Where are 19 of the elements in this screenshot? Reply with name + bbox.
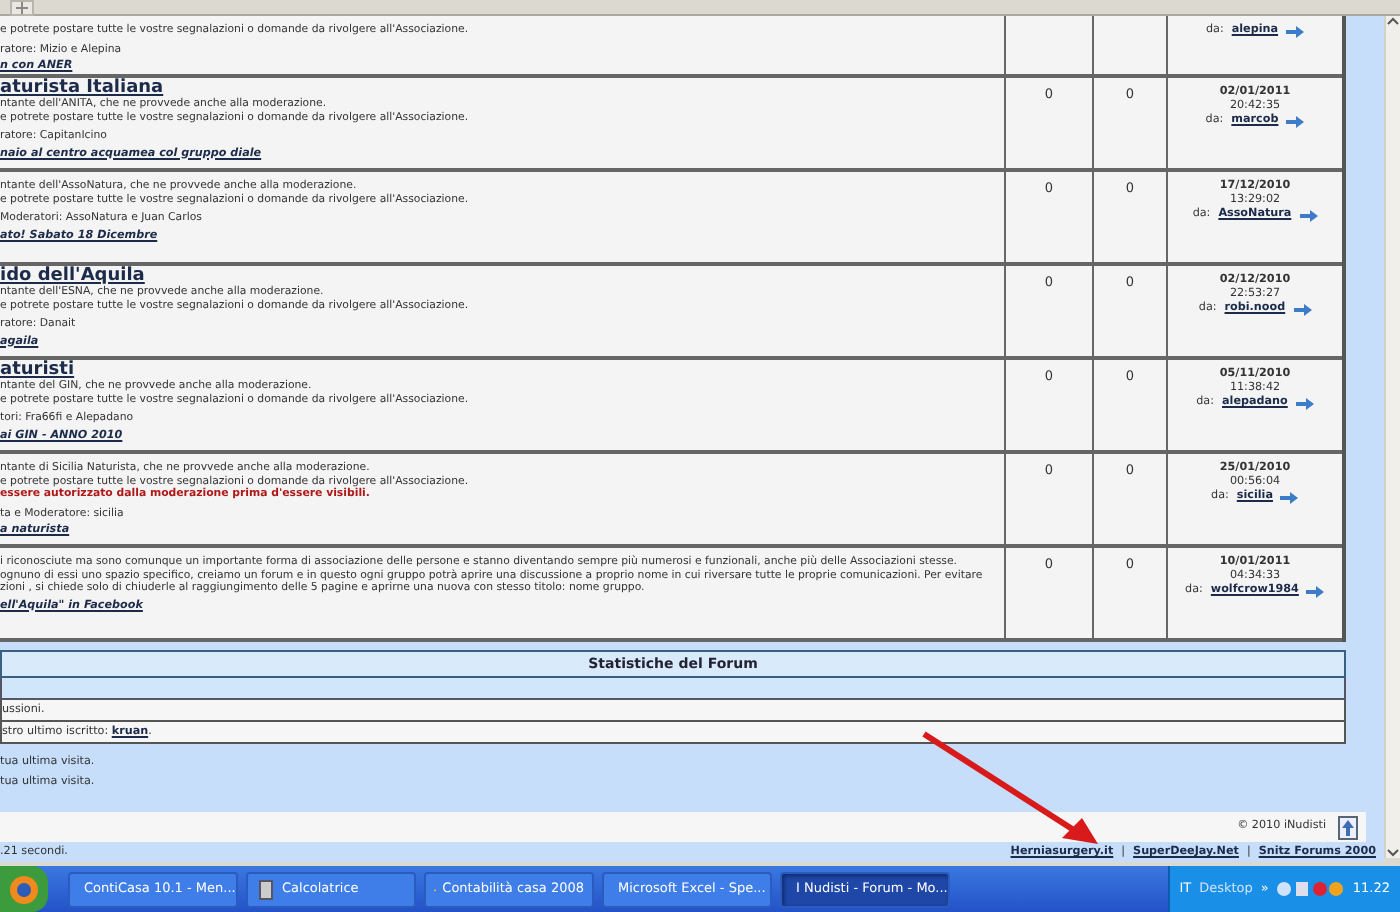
scroll-up-icon[interactable] — [1386, 16, 1400, 28]
go-arrow-icon[interactable] — [1286, 115, 1305, 127]
forum-title-link[interactable]: aturista Italiana — [0, 80, 1004, 98]
forum-title-link[interactable]: ido dell'Aquila — [0, 268, 1004, 286]
start-button[interactable] — [0, 866, 48, 912]
go-arrow-icon[interactable] — [1299, 209, 1318, 221]
go-arrow-icon[interactable] — [1295, 397, 1314, 409]
calculator-icon — [256, 879, 276, 899]
go-arrow-icon[interactable] — [1293, 303, 1312, 315]
back-to-top-icon[interactable] — [1338, 815, 1358, 839]
globe-icon — [10, 875, 38, 903]
go-arrow-icon[interactable] — [1280, 491, 1299, 503]
scroll-down-icon[interactable] — [1386, 846, 1400, 858]
forum-title-link[interactable]: aturisti — [0, 362, 1004, 380]
plus-icon — [16, 1, 28, 13]
go-arrow-icon[interactable] — [1286, 25, 1305, 37]
go-arrow-icon[interactable] — [1306, 585, 1325, 597]
tray-icons-drawing[interactable] — [1276, 880, 1345, 898]
new-tab-button[interactable] — [10, 0, 34, 15]
